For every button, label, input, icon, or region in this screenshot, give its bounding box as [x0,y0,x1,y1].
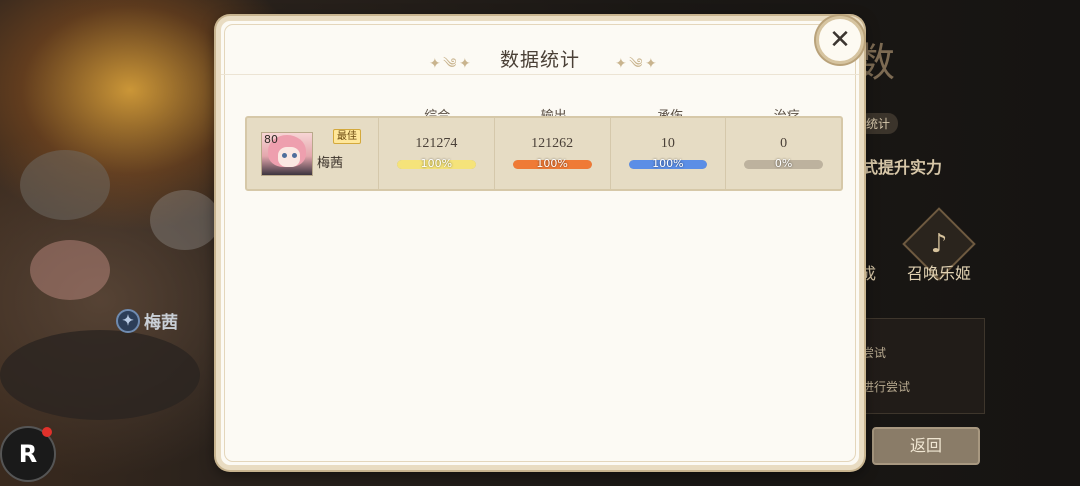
background-stats-pill: 统计 [858,113,899,134]
stat-cell-heal: 0 0% [726,118,841,189]
background-hero-chip: ✦ 梅茜 [116,308,178,333]
background-character [30,240,110,300]
stat-cell-tank: 10 100% [611,118,727,189]
close-icon: ✕ [829,25,851,55]
close-button[interactable]: ✕ [816,16,864,64]
best-badge: 最佳 [333,129,361,144]
background-subtitle: 式提升实力 [862,158,943,177]
stat-value: 0 [780,136,788,151]
background-machinery [0,330,200,420]
stat-cell-total: 121274 100% [379,118,495,189]
background-list-item: 尝试 [862,346,887,360]
compass-icon: ✦ [116,308,140,333]
background-feature-summon: 召唤乐姬 [907,264,972,283]
stat-cell-damage: 121262 100% [495,118,611,189]
progress-label: 100% [536,157,568,170]
stat-value: 121262 [531,136,574,151]
progress-label: 100% [652,157,684,170]
hero-cell: 80 最佳 梅茜 [247,118,379,189]
background-list-item: 进行尝试 [862,380,911,394]
hero-level: 80 [264,133,278,146]
notification-dot [42,427,52,437]
return-button[interactable]: 返回 [872,427,980,465]
stats-dialog: ✦ ༄ ✦ 数据统计 ✦ ༄ ✦ 综合 输出 承伤 治疗 80 最佳 梅茜 12… [216,16,864,470]
hero-name: 梅茜 [317,156,344,171]
progress-label: 100% [420,157,453,170]
background-list-panel [855,318,985,414]
stat-value: 121274 [415,136,458,151]
table-row[interactable]: 80 最佳 梅茜 121274 100% 121262 100% 10 100%… [245,116,843,191]
background-tank [20,150,110,220]
background-hero-name: 梅茜 [144,313,178,333]
background-robot [150,190,220,250]
dialog-header: ✦ ༄ ✦ 数据统计 ✦ ༄ ✦ [221,21,859,75]
dialog-title: 数据统计 [499,49,580,71]
stat-value: 10 [660,136,675,151]
progress-label: 0% [774,157,793,170]
ornament-icon: ✦ ༄ ✦ [615,56,657,72]
